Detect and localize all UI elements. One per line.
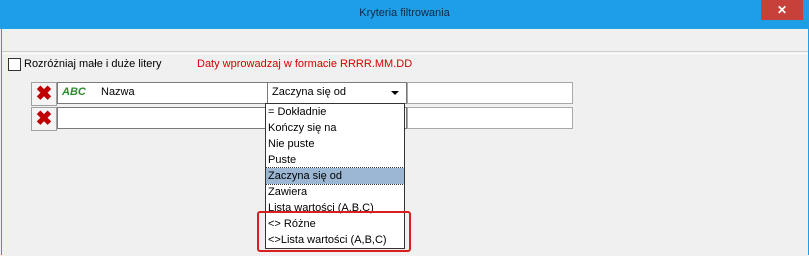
- operator-option[interactable]: Zawiera: [266, 184, 404, 200]
- value-input[interactable]: [407, 107, 573, 129]
- case-sensitive-option[interactable]: Rozróżniaj małe i duże litery: [8, 57, 162, 71]
- field-select[interactable]: [57, 107, 291, 129]
- delete-icon[interactable]: ✖: [31, 82, 57, 106]
- window-title: Kryteria filtrowania: [359, 7, 450, 19]
- text-field-icon: ABC: [62, 86, 86, 98]
- title-bar: Kryteria filtrowania ✕: [0, 0, 809, 29]
- close-icon[interactable]: ✕: [761, 0, 803, 20]
- separator-highlight: [2, 53, 808, 54]
- delete-icon[interactable]: ✖: [31, 107, 57, 131]
- operator-value: Zaczyna się od: [272, 86, 346, 98]
- operator-option[interactable]: Nie puste: [266, 136, 404, 152]
- operator-option-selected[interactable]: Zaczyna się od: [265, 167, 405, 185]
- field-select[interactable]: ABC Nazwa: [57, 82, 291, 104]
- case-sensitive-label: Rozróżniaj małe i duże litery: [24, 58, 162, 70]
- separator: [2, 51, 808, 52]
- value-input[interactable]: [407, 82, 573, 104]
- operator-option[interactable]: Kończy się na: [266, 120, 404, 136]
- chevron-down-icon[interactable]: [391, 91, 399, 95]
- operator-select[interactable]: Zaczyna się od: [267, 82, 407, 104]
- operator-option[interactable]: Puste: [266, 152, 404, 168]
- case-sensitive-checkbox[interactable]: [8, 57, 21, 71]
- operator-option[interactable]: = Dokładnie: [266, 104, 404, 120]
- field-name: Nazwa: [101, 86, 135, 98]
- date-format-hint: Daty wprowadzaj w formacie RRRR.MM.DD: [197, 58, 413, 70]
- highlight-annotation: [257, 211, 411, 252]
